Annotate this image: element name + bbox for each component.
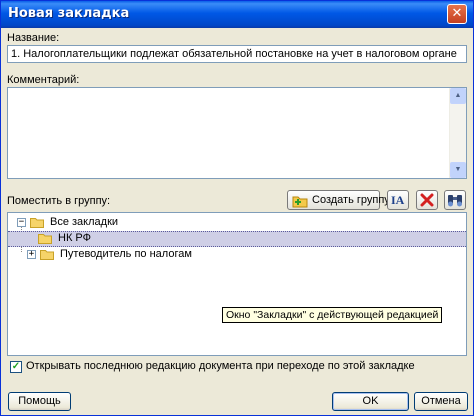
- tree-item-label: Путеводитель по налогам: [60, 248, 192, 260]
- new-folder-icon: [292, 196, 308, 208]
- tree-item-tax-guide[interactable]: + Путеводитель по налогам: [8, 247, 466, 263]
- help-button[interactable]: Помощь: [8, 392, 71, 411]
- help-label: Помощь: [18, 395, 61, 407]
- create-group-label: Создать группу: [312, 194, 390, 206]
- scroll-down-button[interactable]: ▼: [450, 162, 466, 178]
- open-latest-label[interactable]: Открывать последнюю редакцию документа п…: [26, 360, 415, 372]
- tree-item-nk-rf[interactable]: НК РФ: [8, 231, 466, 247]
- expand-icon[interactable]: +: [27, 250, 36, 259]
- comment-label: Комментарий:: [7, 74, 80, 86]
- delete-button[interactable]: [416, 190, 438, 210]
- dialog-title: Новая закладка: [8, 6, 130, 21]
- new-bookmark-dialog: Новая закладка ✕ Название: 1. Налогоплат…: [0, 0, 474, 416]
- ok-button[interactable]: OK: [332, 392, 409, 411]
- ok-label: OK: [362, 395, 379, 407]
- tree-item-all-bookmarks[interactable]: − Все закладки: [8, 215, 466, 231]
- open-latest-checkbox[interactable]: ✓: [10, 361, 22, 373]
- find-button[interactable]: [444, 190, 466, 210]
- delete-icon: [420, 193, 434, 207]
- scroll-up-button[interactable]: ▲: [450, 88, 466, 104]
- title-bar[interactable]: Новая закладка ✕: [1, 1, 473, 28]
- group-label: Поместить в группу:: [7, 195, 111, 207]
- tree-item-label: НК РФ: [58, 232, 91, 244]
- rename-button[interactable]: IA: [387, 190, 409, 210]
- tooltip: Окно "Закладки" с действующей редакцией: [222, 307, 443, 323]
- tree-item-label: Все закладки: [50, 216, 119, 228]
- group-tree[interactable]: − Все закладки НК РФ + Путеводитель по н…: [7, 212, 467, 356]
- cancel-button[interactable]: Отмена: [414, 392, 468, 411]
- cancel-label: Отмена: [421, 395, 461, 407]
- comment-field[interactable]: ▲ ▼: [7, 87, 467, 179]
- binoculars-icon: [448, 195, 462, 207]
- comment-scrollbar[interactable]: ▲ ▼: [449, 88, 466, 178]
- create-group-button[interactable]: Создать группу: [287, 190, 390, 210]
- folder-icon: [30, 218, 44, 228]
- close-icon: ✕: [451, 6, 463, 21]
- folder-icon: [38, 234, 52, 244]
- folder-icon: [40, 250, 54, 260]
- rename-icon: IA: [391, 193, 405, 207]
- collapse-icon[interactable]: −: [17, 218, 26, 227]
- name-value: 1. Налогоплательщики подлежат обязательн…: [11, 48, 457, 60]
- check-icon: ✓: [11, 361, 21, 372]
- name-field[interactable]: 1. Налогоплательщики подлежат обязательн…: [7, 45, 467, 63]
- close-button[interactable]: ✕: [447, 4, 467, 24]
- tooltip-text: Окно "Закладки" с действующей редакцией: [226, 309, 439, 321]
- name-label: Название:: [7, 32, 60, 44]
